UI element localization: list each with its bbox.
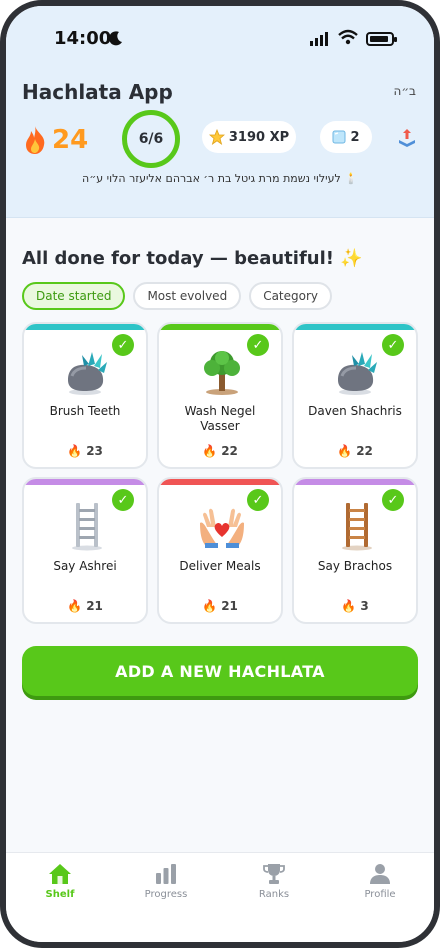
category-strip	[294, 324, 416, 330]
streak-count: 24	[52, 125, 89, 155]
daily-progress-ring: 6/6	[122, 110, 180, 168]
hachlata-card-daven-shachris[interactable]: ✓ Daven Shachris 🔥 22	[292, 322, 418, 469]
card-name: Daven Shachris	[308, 404, 402, 418]
chip-date-started[interactable]: Date started	[22, 282, 126, 310]
star-icon	[208, 129, 225, 145]
flame-icon: 🔥	[67, 599, 87, 613]
xp-value: 3190 XP	[228, 129, 290, 145]
hachlata-card-wash-negel-vasser[interactable]: ✓ Wash Negel Vasser 🔥 22	[157, 322, 283, 469]
category-strip	[24, 479, 146, 485]
tab-shelf-label: Shelf	[45, 889, 75, 900]
done-title-text: All done for today — beautiful!	[22, 248, 334, 269]
chip-most-evolved[interactable]: Most evolved	[133, 282, 242, 310]
flame-icon: 🔥	[337, 444, 357, 458]
dedication-label: לעילוי נשמת מרת גיטל בת ר׳ אברהם אליעזר …	[82, 172, 341, 185]
ice-cube-icon	[332, 130, 346, 144]
category-strip	[24, 324, 146, 330]
card-streak-count: 23	[86, 444, 103, 458]
ladder-steel-icon	[62, 501, 112, 551]
streak-freeze-count: 2	[350, 129, 360, 145]
card-name: Deliver Meals	[179, 559, 261, 573]
card-streak: 🔥 21	[24, 599, 146, 613]
bars-icon	[156, 864, 176, 884]
check-icon: ✓	[247, 489, 269, 511]
hands-icon	[197, 501, 247, 551]
flame-icon	[26, 126, 45, 154]
check-icon: ✓	[382, 334, 404, 356]
dedication-text: 🕯️ לעילוי נשמת מרת גיטל בת ר׳ אברהם אליע…	[6, 172, 434, 185]
app-header: 14:00 Hachlata App ב״ה 24 6/6 3190 XP 2	[6, 6, 434, 218]
card-streak-count: 21	[86, 599, 103, 613]
card-name: Brush Teeth	[49, 404, 121, 418]
hachlata-grid: ✓ Brush Teeth 🔥 23 ✓ Wash Negel Vasser 🔥 22 ✓ D…	[22, 322, 418, 624]
card-streak-count: 3	[360, 599, 369, 613]
card-streak-count: 22	[221, 444, 238, 458]
flame-icon: 🔥	[202, 599, 222, 613]
streak-counter[interactable]: 24	[22, 120, 88, 160]
check-icon: ✓	[112, 334, 134, 356]
category-strip	[159, 324, 281, 330]
moon-icon	[109, 31, 122, 46]
hachlata-card-say-ashrei[interactable]: ✓ Say Ashrei 🔥 21	[22, 477, 148, 624]
category-strip	[294, 479, 416, 485]
bh-label: ב״ה	[393, 84, 416, 98]
check-icon: ✓	[382, 489, 404, 511]
tab-progress-label: Progress	[144, 889, 188, 900]
tab-profile-label: Profile	[364, 889, 396, 900]
app-title: Hachlata App	[22, 80, 173, 104]
card-streak: 🔥 23	[24, 444, 146, 458]
xp-pill[interactable]: 3190 XP	[202, 121, 296, 153]
streak-freeze-pill[interactable]: 2	[320, 121, 372, 153]
tab-bar: Shelf Progress Ranks Profile	[6, 852, 434, 942]
tab-ranks[interactable]: Ranks	[234, 863, 314, 900]
hachlata-card-deliver-meals[interactable]: ✓ Deliver Meals 🔥 21	[157, 477, 283, 624]
add-hachlata-button[interactable]: ADD A NEW HACHLATA	[22, 646, 418, 696]
tab-ranks-label: Ranks	[258, 889, 290, 900]
check-icon: ✓	[112, 489, 134, 511]
tab-profile[interactable]: Profile	[340, 863, 420, 900]
card-streak: 🔥 22	[159, 444, 281, 458]
sparkles-icon: ✨	[340, 248, 363, 269]
category-strip	[159, 479, 281, 485]
ladder-wood-icon	[332, 501, 382, 551]
rock-icon	[332, 346, 382, 396]
section-title: All done for today — beautiful! ✨	[22, 248, 363, 269]
battery-icon	[366, 32, 397, 46]
tab-shelf[interactable]: Shelf	[20, 863, 100, 900]
card-name: Wash Negel Vasser	[184, 404, 256, 433]
card-streak: 🔥 22	[294, 444, 416, 458]
tree-icon	[197, 346, 247, 396]
person-icon	[370, 864, 390, 884]
status-time: 14:00	[54, 28, 112, 49]
card-streak-count: 21	[221, 599, 238, 613]
signal-icon	[310, 32, 328, 46]
trophy-icon	[263, 864, 285, 884]
sort-chips: Date started Most evolved Category	[22, 282, 333, 310]
hachlata-card-say-brachos[interactable]: ✓ Say Brachos 🔥 3	[292, 477, 418, 624]
daily-progress-text: 6/6	[138, 131, 164, 147]
card-name: Say Brachos	[317, 559, 393, 573]
card-streak: 🔥 21	[159, 599, 281, 613]
card-name: Say Ashrei	[53, 559, 117, 573]
check-icon: ✓	[247, 334, 269, 356]
flame-icon: 🔥	[202, 444, 222, 458]
card-streak-count: 22	[356, 444, 373, 458]
phone-frame: 14:00 Hachlata App ב״ה 24 6/6 3190 XP 2	[0, 0, 440, 948]
tab-progress[interactable]: Progress	[126, 863, 206, 900]
home-icon	[49, 864, 71, 884]
card-streak: 🔥 3	[294, 599, 416, 613]
share-icon[interactable]	[396, 126, 418, 148]
flame-icon: 🔥	[341, 599, 361, 613]
candle-icon: 🕯️	[340, 172, 358, 185]
flame-icon: 🔥	[67, 444, 87, 458]
rock-icon	[62, 346, 112, 396]
wifi-icon	[338, 29, 358, 45]
status-bar: 14:00	[6, 24, 434, 54]
chip-category[interactable]: Category	[249, 282, 333, 310]
hachlata-card-brush-teeth[interactable]: ✓ Brush Teeth 🔥 23	[22, 322, 148, 469]
